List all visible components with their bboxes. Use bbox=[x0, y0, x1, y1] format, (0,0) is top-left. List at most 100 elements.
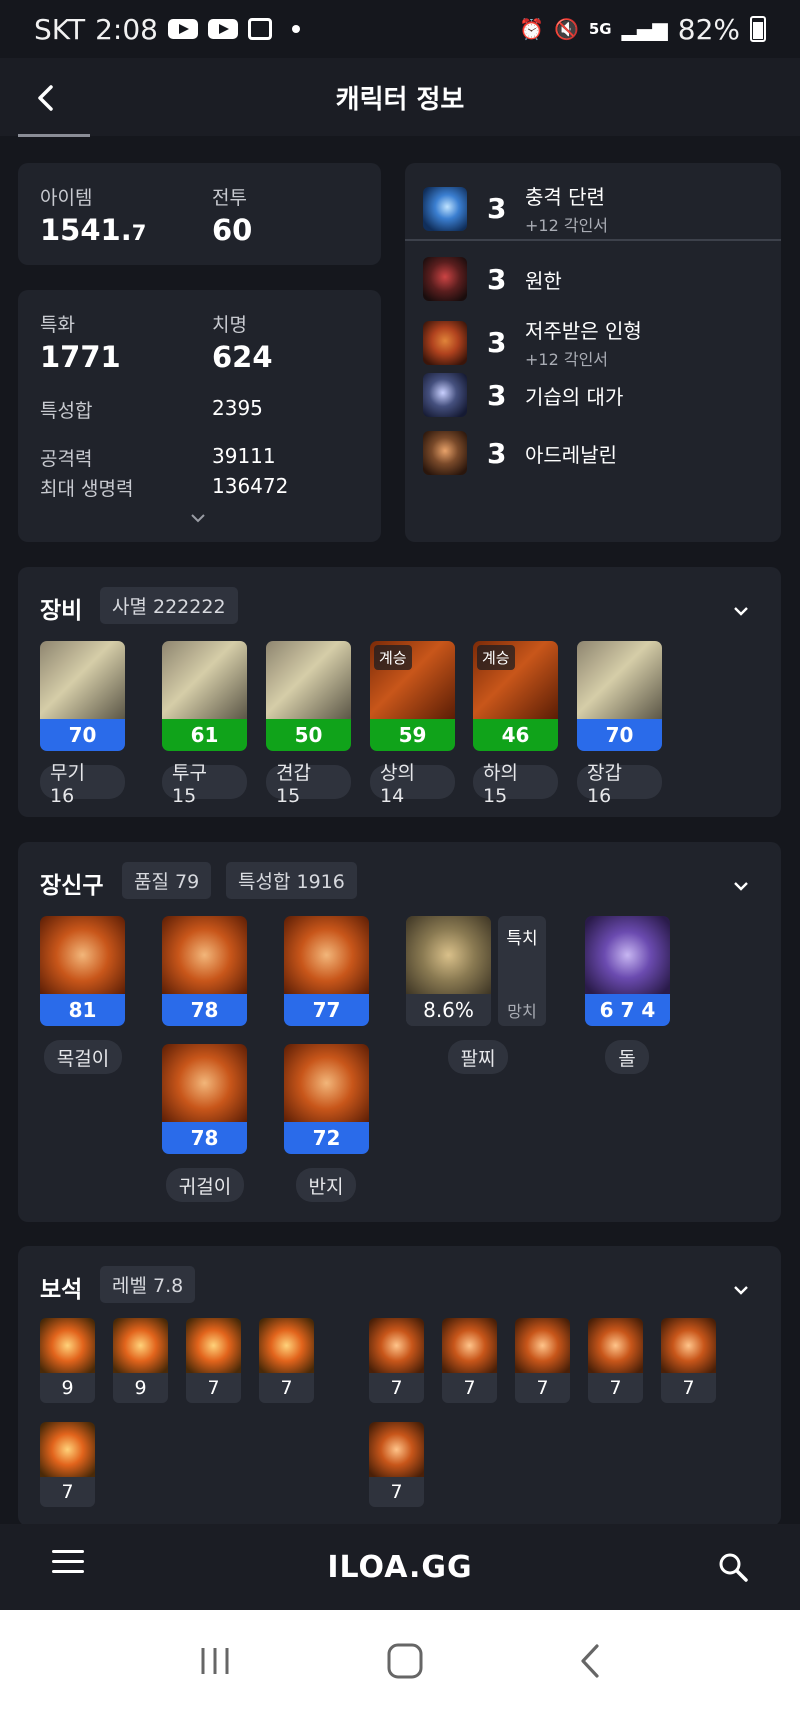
damage-gem[interactable]: 7 bbox=[259, 1318, 314, 1403]
engraving-item[interactable]: 3 저주받은 인형 +12 각인서 bbox=[423, 315, 642, 370]
gem-image bbox=[369, 1422, 424, 1477]
gallery-icon bbox=[247, 18, 272, 40]
engraving-level: 3 bbox=[487, 378, 507, 412]
youtube-icon bbox=[167, 19, 198, 39]
home-button[interactable] bbox=[386, 1642, 424, 1684]
battery-icon bbox=[750, 16, 766, 42]
engraving-adrenaline-icon bbox=[423, 431, 467, 475]
equipment-pants[interactable]: 계승 46 bbox=[473, 641, 558, 751]
earring-image bbox=[162, 916, 247, 994]
gem-image bbox=[40, 1422, 95, 1477]
damage-gem[interactable]: 7 bbox=[186, 1318, 241, 1403]
equipment-helmet[interactable]: 61 bbox=[162, 641, 247, 751]
stat-sum-label: 특성합 bbox=[40, 400, 93, 422]
gem-level: 9 bbox=[40, 1373, 95, 1403]
gem-level-chip: 레벨 7.8 bbox=[100, 1266, 196, 1303]
engraving-level: 3 bbox=[487, 436, 507, 470]
section-title: 보석 bbox=[40, 1277, 83, 1303]
accessory-earring[interactable]: 78 bbox=[162, 916, 247, 1026]
collapse-equipment-button[interactable] bbox=[731, 597, 751, 617]
menu-button[interactable] bbox=[52, 1550, 84, 1576]
cooldown-gem[interactable]: 7 bbox=[588, 1318, 643, 1403]
gem-level: 7 bbox=[369, 1373, 424, 1403]
accessory-ring[interactable]: 77 bbox=[284, 916, 369, 1026]
accessory-stone[interactable]: 6 7 4 bbox=[585, 916, 670, 1026]
equipment-gloves[interactable]: 70 bbox=[577, 641, 662, 751]
engraving-level: 3 bbox=[487, 326, 507, 359]
ring-image bbox=[284, 1044, 369, 1122]
quality-bar: 46 bbox=[473, 719, 558, 751]
cooldown-gem[interactable]: 7 bbox=[661, 1318, 716, 1403]
site-logo[interactable]: ILOA.GG bbox=[327, 1550, 472, 1585]
gem-image bbox=[113, 1318, 168, 1373]
engraving-level: 3 bbox=[487, 192, 507, 225]
bracelet-image bbox=[406, 916, 491, 994]
page-title: 캐릭터 정보 bbox=[335, 84, 465, 115]
back-button[interactable] bbox=[26, 78, 66, 118]
engraving-item[interactable]: 3 충격 단련 +12 각인서 bbox=[423, 181, 608, 236]
quality-bar: 81 bbox=[40, 994, 125, 1026]
equipment-label: 무기 16 bbox=[40, 762, 125, 807]
search-button[interactable] bbox=[716, 1550, 750, 1584]
equipment-chest[interactable]: 계승 59 bbox=[370, 641, 455, 751]
hamburger-icon bbox=[52, 1550, 84, 1553]
expand-stats-button[interactable] bbox=[190, 508, 210, 523]
system-nav-bar bbox=[0, 1610, 800, 1716]
equipment-label: 장갑 16 bbox=[577, 762, 662, 807]
engraving-item[interactable]: 3 기습의 대가 bbox=[423, 373, 623, 417]
hamburger-icon bbox=[52, 1570, 84, 1573]
set-chip: 사멸 222222 bbox=[100, 587, 238, 624]
equipment-shoulder[interactable]: 50 bbox=[266, 641, 351, 751]
equipment-weapon[interactable]: 70 bbox=[40, 641, 125, 751]
alarm-icon: ⏰ bbox=[519, 17, 544, 41]
stat-sum-value: 2395 bbox=[212, 396, 263, 420]
cooldown-gem[interactable]: 7 bbox=[515, 1318, 570, 1403]
cooldown-gem[interactable]: 7 bbox=[369, 1318, 424, 1403]
divider bbox=[405, 239, 781, 241]
cooldown-gem[interactable]: 7 bbox=[369, 1422, 424, 1507]
gem-level: 7 bbox=[259, 1373, 314, 1403]
damage-gem[interactable]: 9 bbox=[113, 1318, 168, 1403]
accessory-necklace[interactable]: 81 bbox=[40, 916, 125, 1026]
combat-level-label: 전투 bbox=[212, 187, 247, 209]
accessory-bracelet[interactable]: 8.6% bbox=[406, 916, 491, 1026]
engravings-card: 3 충격 단련 +12 각인서 3 원한 3 저주받은 인형 +12 각인서 3… bbox=[405, 163, 781, 542]
engraving-item[interactable]: 3 원한 bbox=[423, 257, 562, 301]
network-type: 5G bbox=[588, 20, 612, 38]
stats-card: 특화 1771 치명 624 특성합 2395 공격력 39111 최대 생명력… bbox=[18, 290, 381, 542]
chevron-down-icon bbox=[191, 514, 205, 523]
engraving-master-ambush-icon bbox=[423, 373, 467, 417]
search-icon bbox=[719, 1553, 748, 1582]
accessory-label: 반지 bbox=[296, 1168, 356, 1202]
quality-bar: 70 bbox=[577, 719, 662, 751]
stat-sum-chip: 특성합 1916 bbox=[226, 862, 357, 899]
spec-value: 1771 bbox=[40, 340, 121, 374]
damage-gem[interactable]: 9 bbox=[40, 1318, 95, 1403]
collapse-accessories-button[interactable] bbox=[731, 872, 751, 892]
chevron-down-icon bbox=[734, 1286, 748, 1295]
hamburger-icon bbox=[52, 1560, 84, 1563]
engraving-name: 저주받은 인형 bbox=[525, 319, 642, 343]
engraving-item[interactable]: 3 아드레날린 bbox=[423, 431, 617, 475]
collapse-gems-button[interactable] bbox=[731, 1276, 751, 1296]
quality-bar: 59 bbox=[370, 719, 455, 751]
gem-image bbox=[661, 1318, 716, 1373]
quality-bar: 77 bbox=[284, 994, 369, 1026]
accessory-ring[interactable]: 72 bbox=[284, 1044, 369, 1154]
combat-level-value: 60 bbox=[212, 213, 253, 247]
signal-icon: ▂▄▆ bbox=[621, 17, 668, 41]
hp-value: 136472 bbox=[212, 474, 289, 498]
recent-apps-button[interactable] bbox=[197, 1644, 233, 1682]
tab-indicator bbox=[18, 134, 90, 137]
accessory-earring[interactable]: 78 bbox=[162, 1044, 247, 1154]
chevron-left-icon bbox=[38, 85, 53, 111]
equipment-label: 상의 14 bbox=[370, 762, 455, 807]
system-back-button[interactable] bbox=[577, 1642, 603, 1684]
shoulder-image bbox=[266, 641, 351, 719]
gem-level: 7 bbox=[186, 1373, 241, 1403]
quality-bar: 50 bbox=[266, 719, 351, 751]
damage-gem[interactable]: 7 bbox=[40, 1422, 95, 1507]
chevron-down-icon bbox=[734, 607, 748, 616]
cooldown-gem[interactable]: 7 bbox=[442, 1318, 497, 1403]
crit-value: 624 bbox=[212, 340, 273, 374]
